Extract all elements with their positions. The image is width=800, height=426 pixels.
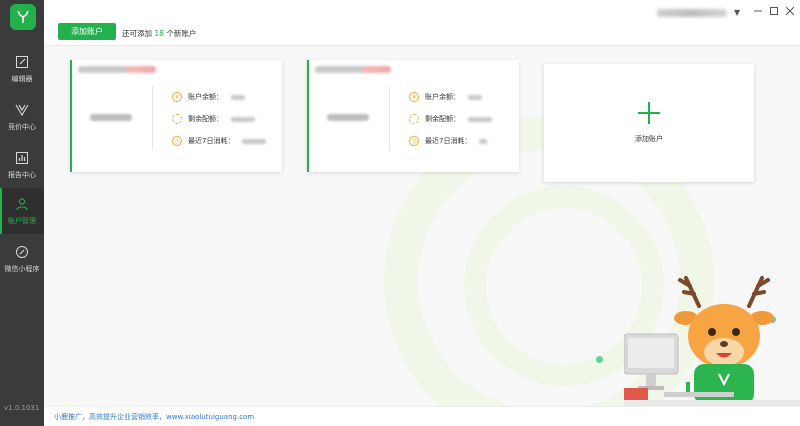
- spend-value: [242, 138, 267, 144]
- divider: [152, 86, 153, 150]
- sidebar-item-label: 账户管理: [8, 217, 36, 225]
- user-icon: [14, 196, 30, 212]
- bidding-icon: [14, 102, 30, 118]
- budget-row: 剩余配额：: [172, 114, 255, 124]
- version-label: v1.0.1031: [4, 404, 40, 412]
- remaining-count: 18: [154, 29, 164, 38]
- divider: [389, 86, 390, 150]
- balance-value: [231, 94, 245, 100]
- spend-row: ◷ 最近7日消耗：: [409, 136, 488, 146]
- account-title: [315, 66, 391, 73]
- close-icon[interactable]: [782, 4, 798, 18]
- clock-icon: ◷: [172, 136, 182, 146]
- budget-value: [231, 116, 255, 122]
- sidebar-item-label: 竞价中心: [8, 123, 36, 131]
- footer: 小鹿推广，高效提升企业营销效率，www.xiaolutuiguang.com: [44, 406, 800, 426]
- user-account-name[interactable]: [657, 9, 727, 17]
- remaining-accounts-text: 还可添加 18 个新账户: [122, 29, 197, 38]
- spend-row: ◷ 最近7日消耗：: [172, 136, 267, 146]
- deer-mascot-illustration: [624, 276, 800, 406]
- account-name: [327, 114, 369, 121]
- account-card[interactable]: ¥ 账户余额： 剩余配额： ◷ 最近7日消耗：: [307, 60, 519, 172]
- report-chart-icon: [14, 150, 30, 166]
- balance-value: [468, 94, 482, 100]
- budget-icon: [409, 114, 419, 124]
- sidebar-item-label: 报告中心: [8, 171, 36, 179]
- sidebar-item-label: 微信小程序: [4, 265, 40, 273]
- sidebar-item-account[interactable]: 账户管理: [0, 188, 44, 234]
- minimize-icon[interactable]: [750, 4, 766, 18]
- bubble-decoration: [596, 356, 603, 363]
- plus-icon: [638, 102, 660, 124]
- link-icon: [14, 244, 30, 260]
- account-card[interactable]: ¥ 账户余额： 剩余配额： ◷ 最近7日消耗：: [70, 60, 282, 172]
- chevron-down-icon[interactable]: ▼: [734, 8, 740, 17]
- clock-icon: ◷: [409, 136, 419, 146]
- budget-icon: [172, 114, 182, 124]
- sidebar-item-bidding[interactable]: 竞价中心: [0, 94, 44, 140]
- account-name: [90, 114, 132, 121]
- add-account-button[interactable]: 添加账户: [58, 23, 116, 40]
- deer-logo-icon: [10, 4, 36, 30]
- add-account-card-label: 添加账户: [635, 135, 663, 143]
- footer-link[interactable]: 小鹿推广，高效提升企业营销效率，www.xiaolutuiguang.com: [54, 412, 254, 422]
- budget-value: [468, 116, 492, 122]
- spend-value: [479, 138, 488, 144]
- sidebar-item-label: 编辑器: [11, 75, 33, 83]
- sidebar-item-wechat-miniprogram[interactable]: 微信小程序: [0, 236, 44, 282]
- balance-row: ¥ 账户余额：: [172, 92, 245, 102]
- yuan-icon: ¥: [172, 92, 182, 102]
- main-content: ¥ 账户余额： 剩余配额： ◷ 最近7日消耗： ¥ 账户余额： 剩余配额： ◷ …: [44, 46, 800, 406]
- edit-icon: [14, 54, 30, 70]
- yuan-icon: ¥: [409, 92, 419, 102]
- sidebar-item-report[interactable]: 报告中心: [0, 142, 44, 188]
- topbar: 添加账户 还可添加 18 个新账户 ▼: [44, 0, 800, 46]
- budget-row: 剩余配额：: [409, 114, 492, 124]
- maximize-icon[interactable]: [766, 4, 782, 18]
- sidebar-item-editor[interactable]: 编辑器: [0, 46, 44, 92]
- account-title: [78, 66, 156, 73]
- add-account-card[interactable]: 添加账户: [544, 64, 754, 182]
- balance-row: ¥ 账户余额：: [409, 92, 482, 102]
- sidebar: 编辑器 竞价中心 报告中心 账户管理 微信小程序 v1.0.1031: [0, 0, 44, 426]
